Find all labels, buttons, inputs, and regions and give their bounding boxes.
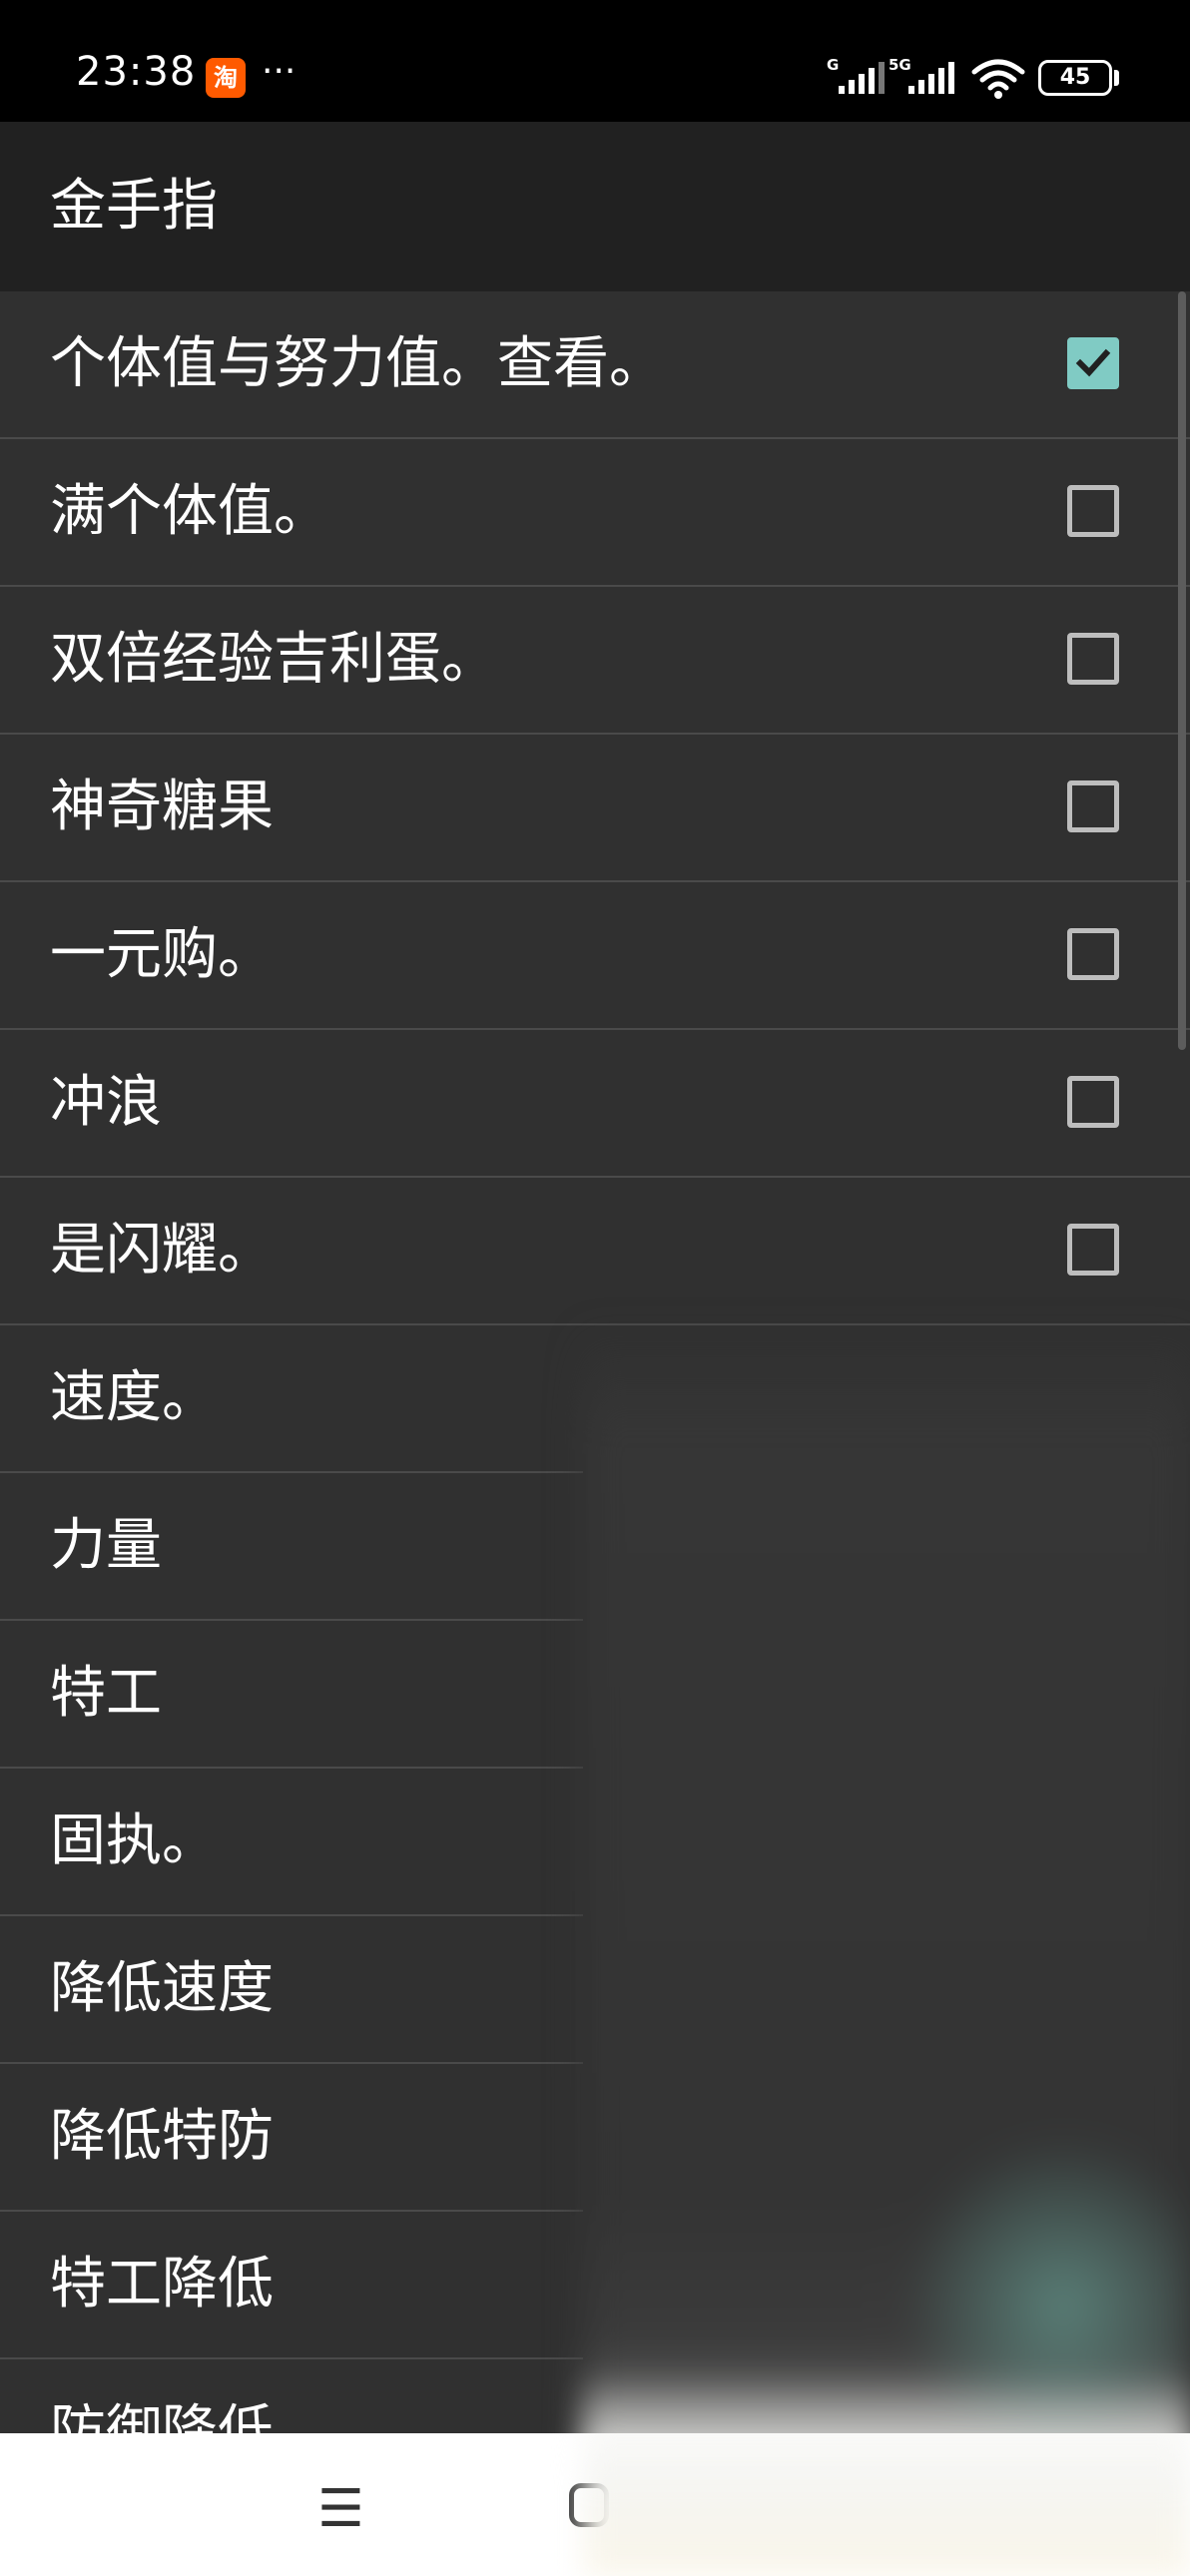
cheat-label: 特工: [50, 1661, 162, 1726]
cheat-label: 力量: [50, 1513, 162, 1578]
cheat-checkbox[interactable]: [1067, 1076, 1119, 1128]
cheat-item[interactable]: 神奇糖果: [0, 735, 1190, 882]
cheat-label: 双倍经验吉利蛋。: [50, 627, 497, 692]
cheat-item[interactable]: 满个体值。: [0, 439, 1190, 587]
cheat-checkbox[interactable]: [1067, 485, 1119, 537]
battery-indicator: 45: [1038, 60, 1112, 96]
status-time: 23:38: [76, 49, 197, 95]
cheat-label: 个体值与努力值。查看。: [50, 331, 665, 396]
cheat-label: 冲浪: [50, 1070, 162, 1135]
cheat-item[interactable]: 个体值与努力值。查看。: [0, 291, 1190, 439]
cheat-label: 是闪耀。: [50, 1218, 274, 1283]
list-scrollbar[interactable]: [1178, 291, 1186, 1050]
cheat-checkbox[interactable]: [1067, 633, 1119, 685]
page-title: 金手指: [50, 174, 218, 239]
taobao-notification-icon: 淘: [206, 58, 246, 98]
cellular-signal-5g-icon: 5G: [889, 56, 954, 94]
cheat-item[interactable]: 是闪耀。: [0, 1178, 1190, 1325]
cellular-signal-1-icon: G: [827, 56, 885, 94]
cheat-label: 一元购。: [50, 922, 274, 987]
signal-2-label: 5G: [889, 56, 911, 74]
checkmark-icon: [1075, 348, 1111, 377]
cheat-item[interactable]: 一元购。: [0, 882, 1190, 1030]
cheat-checkbox[interactable]: [1067, 1224, 1119, 1276]
cheat-label: 降低速度: [50, 1956, 274, 2021]
navigation-bar-fade: [584, 2375, 1190, 2576]
cheat-label: 防御降低: [50, 2399, 274, 2433]
cheat-checkbox-checked[interactable]: [1067, 337, 1119, 389]
cheat-label: 固执。: [50, 1808, 218, 1873]
battery-cap: [1114, 70, 1119, 86]
signal-1-label: G: [827, 56, 839, 74]
cheat-checkbox[interactable]: [1067, 780, 1119, 832]
cheat-label: 神奇糖果: [50, 774, 274, 839]
cheat-item[interactable]: 双倍经验吉利蛋。: [0, 587, 1190, 735]
app-bar: 金手指: [0, 122, 1190, 291]
status-bar: 23:38 淘 ··· G 5G 45: [0, 0, 1190, 122]
cheat-label: 速度。: [50, 1365, 218, 1430]
cheat-label: 满个体值。: [50, 479, 329, 544]
cheat-label: 特工降低: [50, 2252, 274, 2317]
cheat-item[interactable]: 冲浪: [0, 1030, 1190, 1178]
cheat-checkbox[interactable]: [1067, 928, 1119, 980]
more-notifications-icon: ···: [262, 51, 297, 92]
wifi-icon: [971, 59, 1025, 99]
cheat-label: 降低特防: [50, 2104, 274, 2169]
menu-icon[interactable]: ☰: [317, 2481, 364, 2537]
